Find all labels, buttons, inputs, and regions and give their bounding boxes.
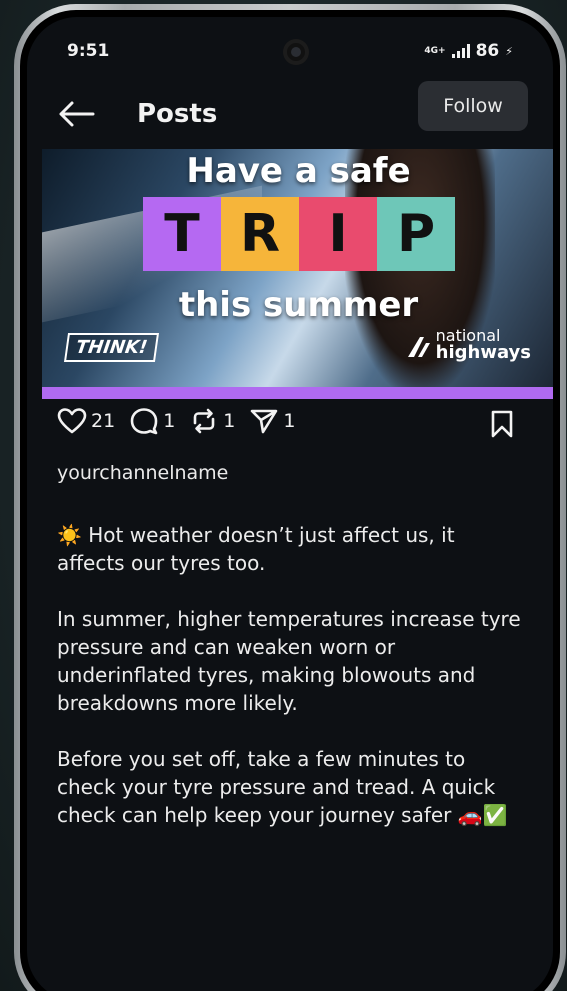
phone-frame: 9:51 4G+ 86 ⚡ Posts Follow Have a safe T…: [14, 4, 566, 991]
post-image[interactable]: Have a safe T R I P this summer THINK! n…: [42, 149, 553, 399]
bookmark-icon[interactable]: [489, 410, 515, 438]
status-time: 9:51: [67, 41, 110, 61]
repost-count: 1: [223, 410, 236, 432]
trip-tile: R: [221, 197, 299, 271]
heart-icon: [57, 408, 87, 434]
repost-icon: [193, 408, 215, 434]
signal-icon: [451, 44, 470, 58]
battery-level: 86: [475, 41, 500, 61]
trip-tile: P: [377, 197, 455, 271]
caption-paragraph: In summer, higher temperatures increase …: [57, 607, 521, 715]
network-type: 4G+: [424, 45, 446, 56]
comment-button[interactable]: 1: [129, 407, 175, 435]
page-title: Posts: [137, 99, 218, 129]
image-trip-tiles: T R I P: [143, 197, 455, 271]
share-button[interactable]: 1: [249, 407, 295, 435]
charging-icon: ⚡: [505, 44, 513, 58]
post-caption: ☀️ Hot weather doesn’t just affect us, i…: [57, 521, 527, 857]
like-count: 21: [91, 410, 116, 432]
repost-button[interactable]: 1: [189, 407, 235, 435]
follow-button[interactable]: Follow: [418, 81, 528, 131]
caption-paragraph: Before you set off, take a few minutes t…: [57, 747, 508, 827]
national-highways-mark-icon: [407, 337, 430, 357]
send-icon: [251, 409, 278, 434]
comment-count: 1: [163, 410, 176, 432]
post-actions: 21 1 1 1: [57, 407, 309, 435]
trip-tile: I: [299, 197, 377, 271]
trip-tile: T: [143, 197, 221, 271]
app-screen: 9:51 4G+ 86 ⚡ Posts Follow Have a safe T…: [27, 17, 553, 991]
back-arrow-icon[interactable]: [57, 99, 97, 129]
front-camera: [283, 39, 309, 65]
think-logo: THINK!: [63, 333, 160, 362]
national-highways-logo: national highways: [407, 327, 531, 362]
post-username[interactable]: yourchannelname: [57, 462, 228, 484]
image-headline-bottom: this summer: [178, 285, 419, 325]
share-count: 1: [283, 410, 296, 432]
image-bottom-stripe: [42, 387, 553, 399]
like-button[interactable]: 21: [57, 407, 115, 435]
caption-paragraph: ☀️ Hot weather doesn’t just affect us, i…: [57, 523, 455, 575]
image-headline-top: Have a safe: [186, 151, 411, 191]
status-indicators: 4G+ 86 ⚡: [424, 41, 513, 61]
comment-icon: [130, 408, 158, 435]
